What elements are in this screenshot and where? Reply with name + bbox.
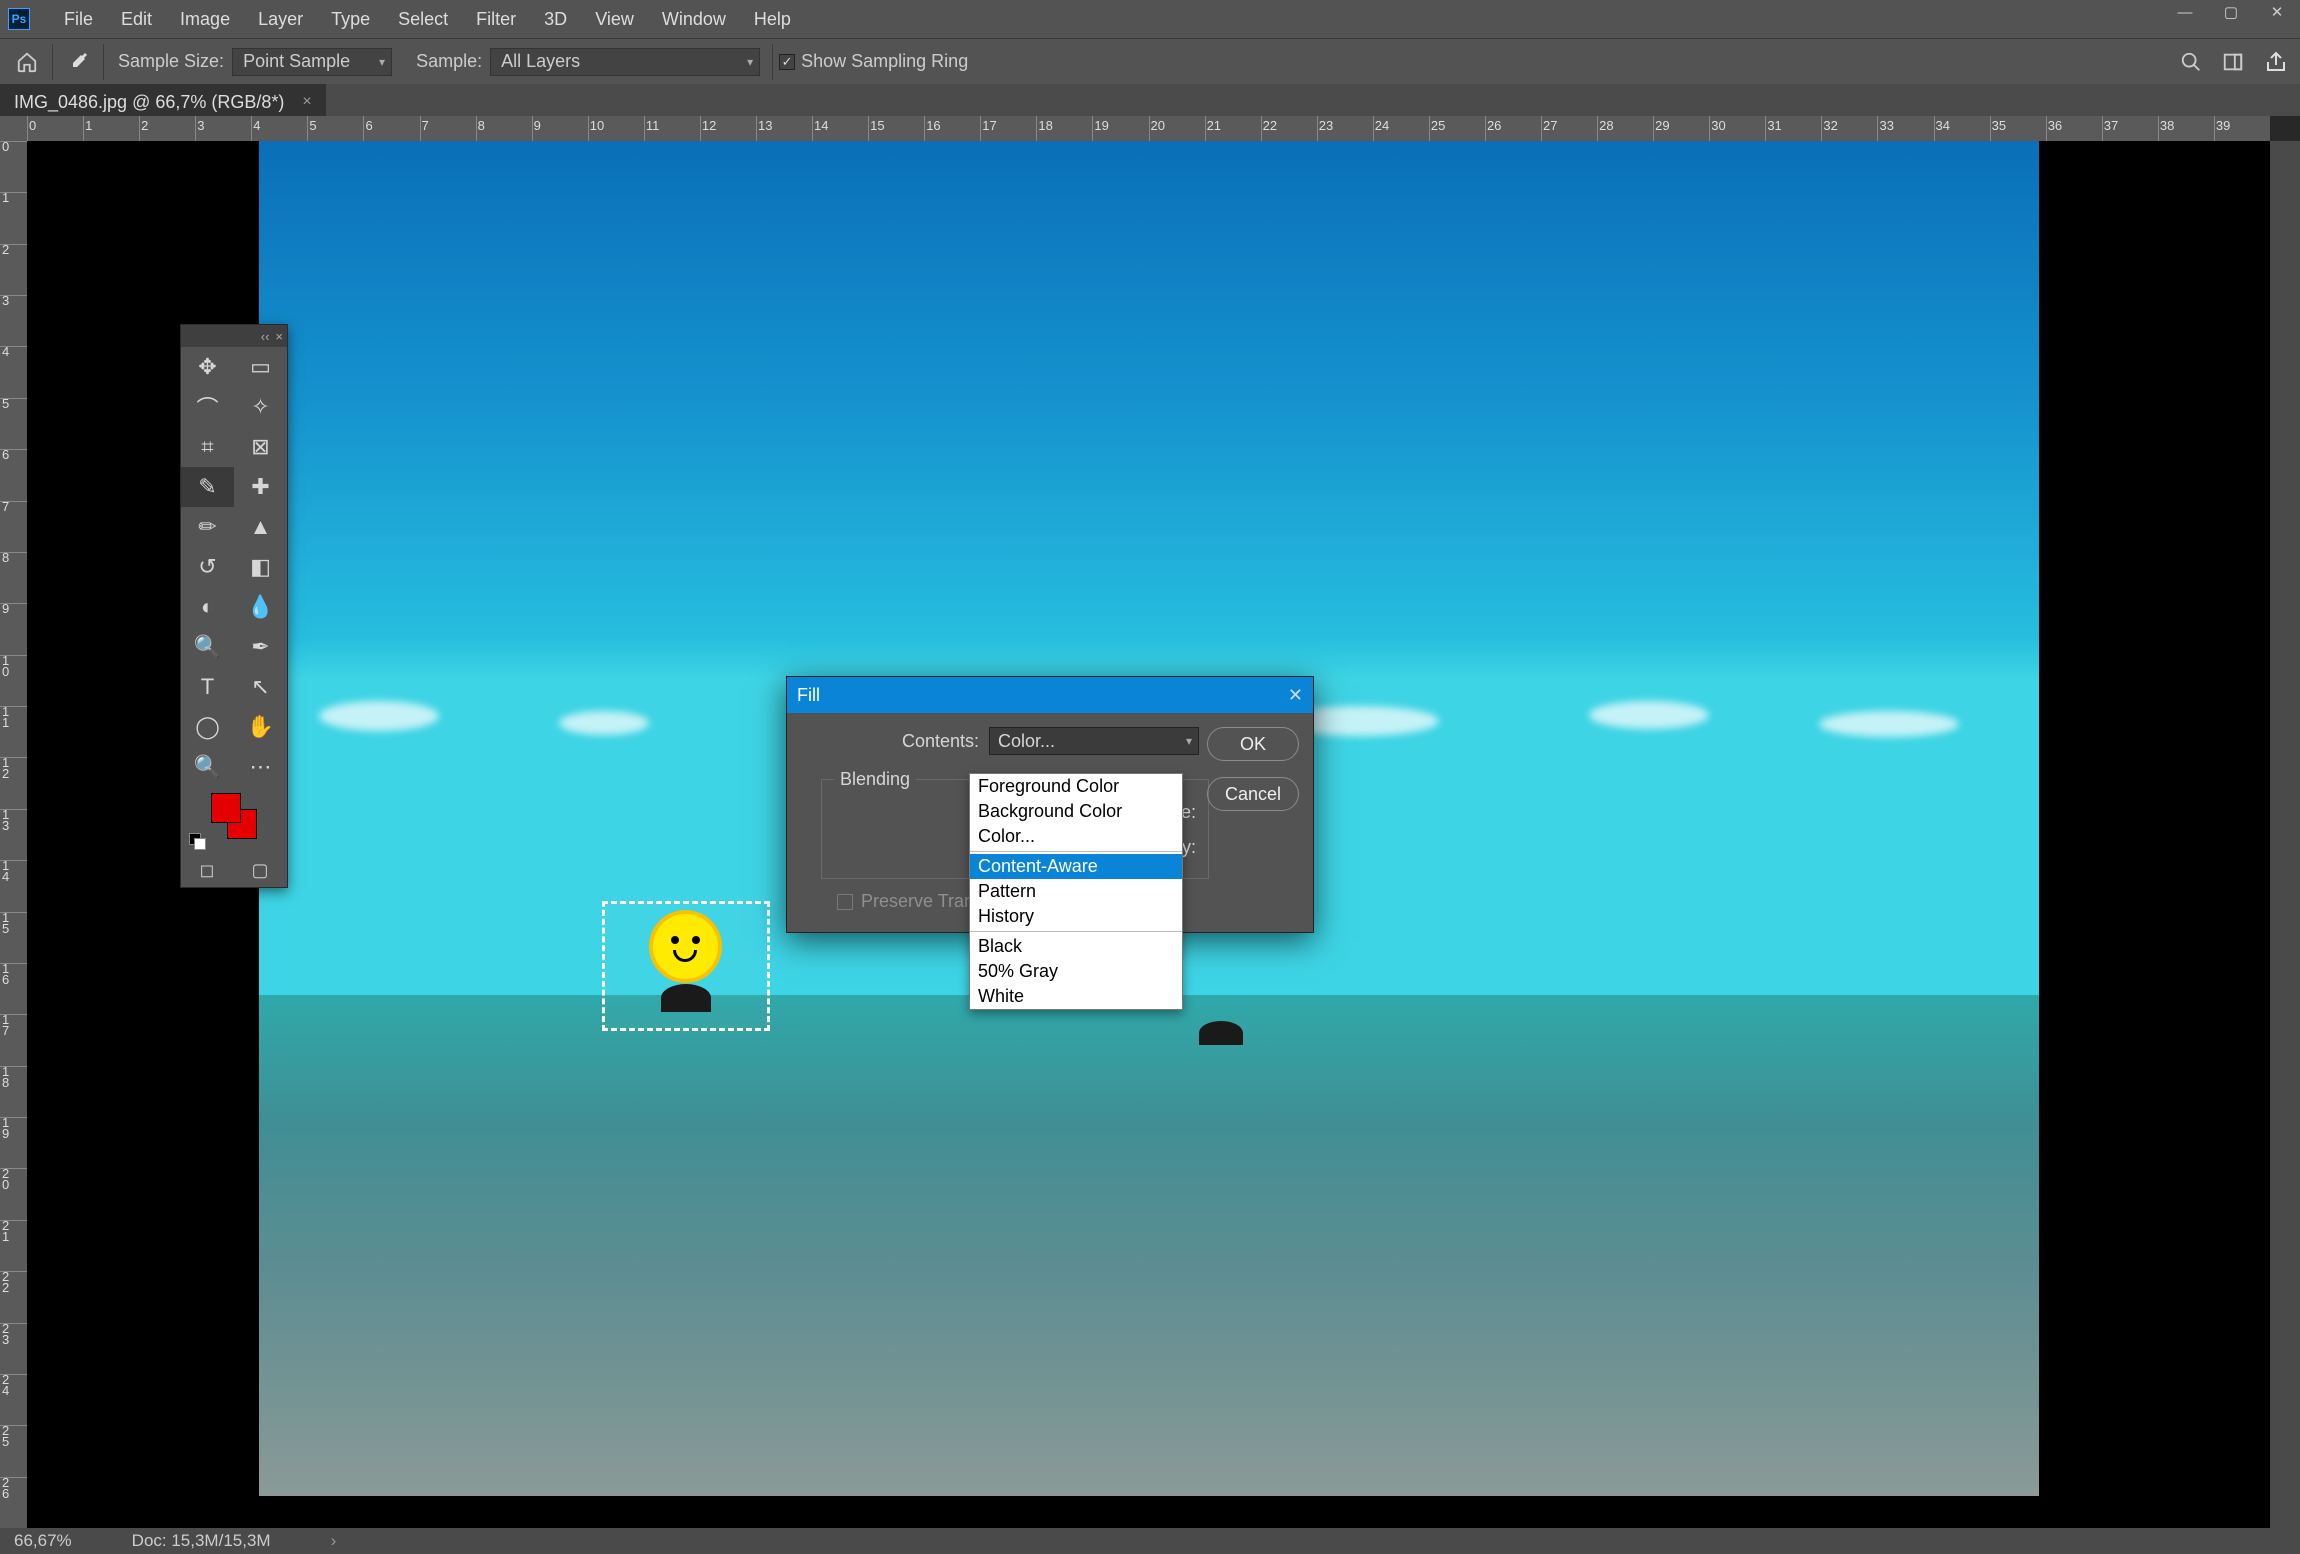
share-icon[interactable] (2264, 50, 2288, 74)
sample-size-label: Sample Size: (118, 51, 224, 72)
workspace: 0123456789101112131415161718192021222324… (0, 116, 2300, 1528)
contents-option[interactable]: 50% Gray (970, 959, 1182, 984)
status-more-icon[interactable]: › (331, 1531, 337, 1551)
menu-layer[interactable]: Layer (244, 0, 317, 38)
screenmode-icon[interactable]: ▢ (251, 860, 268, 881)
stamp-tool[interactable]: ▲ (234, 507, 287, 547)
contents-label: Contents: (841, 731, 979, 752)
contents-option[interactable]: Foreground Color (970, 774, 1182, 799)
shape-tool[interactable]: ◯ (181, 707, 234, 747)
panel-icon[interactable] (2222, 51, 2244, 73)
document-tab-title: IMG_0486.jpg @ 66,7% (RGB/8*) (14, 92, 284, 113)
sample-dropdown[interactable]: All Layers (490, 48, 760, 76)
ok-button[interactable]: OK (1207, 727, 1299, 761)
menu-filter[interactable]: Filter (462, 0, 530, 38)
show-sampling-ring-checkbox[interactable] (779, 54, 795, 70)
close-panel-icon[interactable]: × (275, 329, 283, 344)
document-tab-bar: IMG_0486.jpg @ 66,7% (RGB/8*) × (0, 84, 2300, 116)
brush-tool[interactable]: ✏ (181, 507, 234, 547)
default-colors-icon[interactable] (189, 833, 205, 849)
eyedropper-icon[interactable] (59, 43, 97, 81)
status-bar: 66,67% Doc: 15,3M/15,3M › (0, 1528, 2300, 1554)
gradient-tool[interactable]: ◐ (181, 587, 234, 627)
menu-file[interactable]: File (50, 0, 107, 38)
doc-size: Doc: 15,3M/15,3M (132, 1531, 271, 1551)
pen-tool[interactable]: ✒ (234, 627, 287, 667)
contents-option[interactable]: Pattern (970, 879, 1182, 904)
zoom-tool[interactable]: 🔍 (181, 747, 234, 787)
frame-tool[interactable]: ⊠ (234, 427, 287, 467)
close-tab-icon[interactable]: × (302, 93, 311, 111)
hand-tool[interactable]: ✋ (234, 707, 287, 747)
marquee-tool[interactable]: ▭ (234, 347, 287, 387)
cancel-button[interactable]: Cancel (1207, 777, 1299, 811)
sample-size-dropdown[interactable]: Point Sample (232, 48, 392, 76)
contents-option[interactable]: Black (970, 934, 1182, 959)
dialog-close-icon[interactable]: ✕ (1288, 685, 1303, 706)
menu-help[interactable]: Help (740, 0, 805, 38)
dodge-tool[interactable]: 🔍 (181, 627, 234, 667)
menu-view[interactable]: View (581, 0, 648, 38)
contents-option[interactable]: White (970, 984, 1182, 1009)
zoom-level[interactable]: 66,67% (14, 1531, 72, 1551)
magic-wand-tool[interactable]: ✧ (234, 387, 287, 427)
color-swatches (181, 787, 287, 853)
menu-select[interactable]: Select (384, 0, 462, 38)
document-tab[interactable]: IMG_0486.jpg @ 66,7% (RGB/8*) × (0, 84, 326, 116)
more-tool[interactable]: ⋯ (234, 747, 287, 787)
search-icon[interactable] (2180, 51, 2202, 73)
contents-option[interactable]: Color... (970, 824, 1182, 849)
minimize-button[interactable]: — (2162, 0, 2208, 24)
options-bar: Sample Size: Point Sample Sample: All La… (0, 38, 2300, 84)
lasso-tool[interactable]: ⌒ (181, 387, 234, 427)
menu-edit[interactable]: Edit (107, 0, 166, 38)
blending-legend: Blending (834, 769, 916, 790)
contents-dropdown-list: Foreground ColorBackground ColorColor...… (969, 773, 1183, 1010)
blur-tool[interactable]: 💧 (234, 587, 287, 627)
preserve-transparency-checkbox[interactable] (837, 894, 853, 910)
vertical-scrollbar[interactable] (2270, 141, 2300, 1528)
contents-option[interactable]: Content-Aware (970, 854, 1182, 879)
contents-option[interactable]: Background Color (970, 799, 1182, 824)
ruler-origin (0, 116, 27, 141)
menu-bar: Ps FileEditImageLayerTypeSelectFilter3DV… (0, 0, 2300, 38)
restore-button[interactable]: ▢ (2208, 0, 2254, 24)
tools-panel: ‹‹× ✥▭⌒✧⌗⊠✎✚✏▲↺◧◐💧🔍✒T↖◯✋🔍⋯ ◻ ▢ (180, 324, 288, 888)
fill-dialog: Fill ✕ OK Cancel Contents: Color... Blen… (786, 676, 1314, 933)
sample-label: Sample: (416, 51, 482, 72)
window-controls: — ▢ ✕ (2162, 0, 2300, 24)
sun-sticker (653, 914, 718, 979)
eraser-tool[interactable]: ◧ (234, 547, 287, 587)
dialog-title: Fill (797, 685, 820, 706)
marquee-selection (602, 901, 770, 1031)
contents-dropdown[interactable]: Color... (989, 727, 1199, 755)
history-brush-tool[interactable]: ↺ (181, 547, 234, 587)
eyedropper-tool[interactable]: ✎ (181, 467, 234, 507)
dialog-titlebar[interactable]: Fill ✕ (787, 677, 1313, 713)
show-sampling-ring-label: Show Sampling Ring (801, 51, 968, 72)
home-icon[interactable] (8, 43, 46, 81)
menu-3d[interactable]: 3D (530, 0, 581, 38)
contents-option[interactable]: History (970, 904, 1182, 929)
menu-window[interactable]: Window (648, 0, 740, 38)
collapse-icon[interactable]: ‹‹ (261, 329, 270, 344)
move-tool[interactable]: ✥ (181, 347, 234, 387)
vertical-ruler: 01234567891 01 11 21 31 41 51 61 71 81 9… (0, 141, 27, 1528)
menu-type[interactable]: Type (317, 0, 384, 38)
path-select-tool[interactable]: ↖ (234, 667, 287, 707)
tools-panel-header[interactable]: ‹‹ × (181, 325, 287, 347)
crop-tool[interactable]: ⌗ (181, 427, 234, 467)
menu-image[interactable]: Image (166, 0, 244, 38)
app-logo: Ps (8, 8, 30, 30)
close-window-button[interactable]: ✕ (2254, 0, 2300, 24)
horizontal-ruler: 0123456789101112131415161718192021222324… (27, 116, 2270, 141)
healing-tool[interactable]: ✚ (234, 467, 287, 507)
quickmask-icon[interactable]: ◻ (200, 860, 215, 881)
foreground-swatch[interactable] (211, 793, 241, 823)
type-tool[interactable]: T (181, 667, 234, 707)
